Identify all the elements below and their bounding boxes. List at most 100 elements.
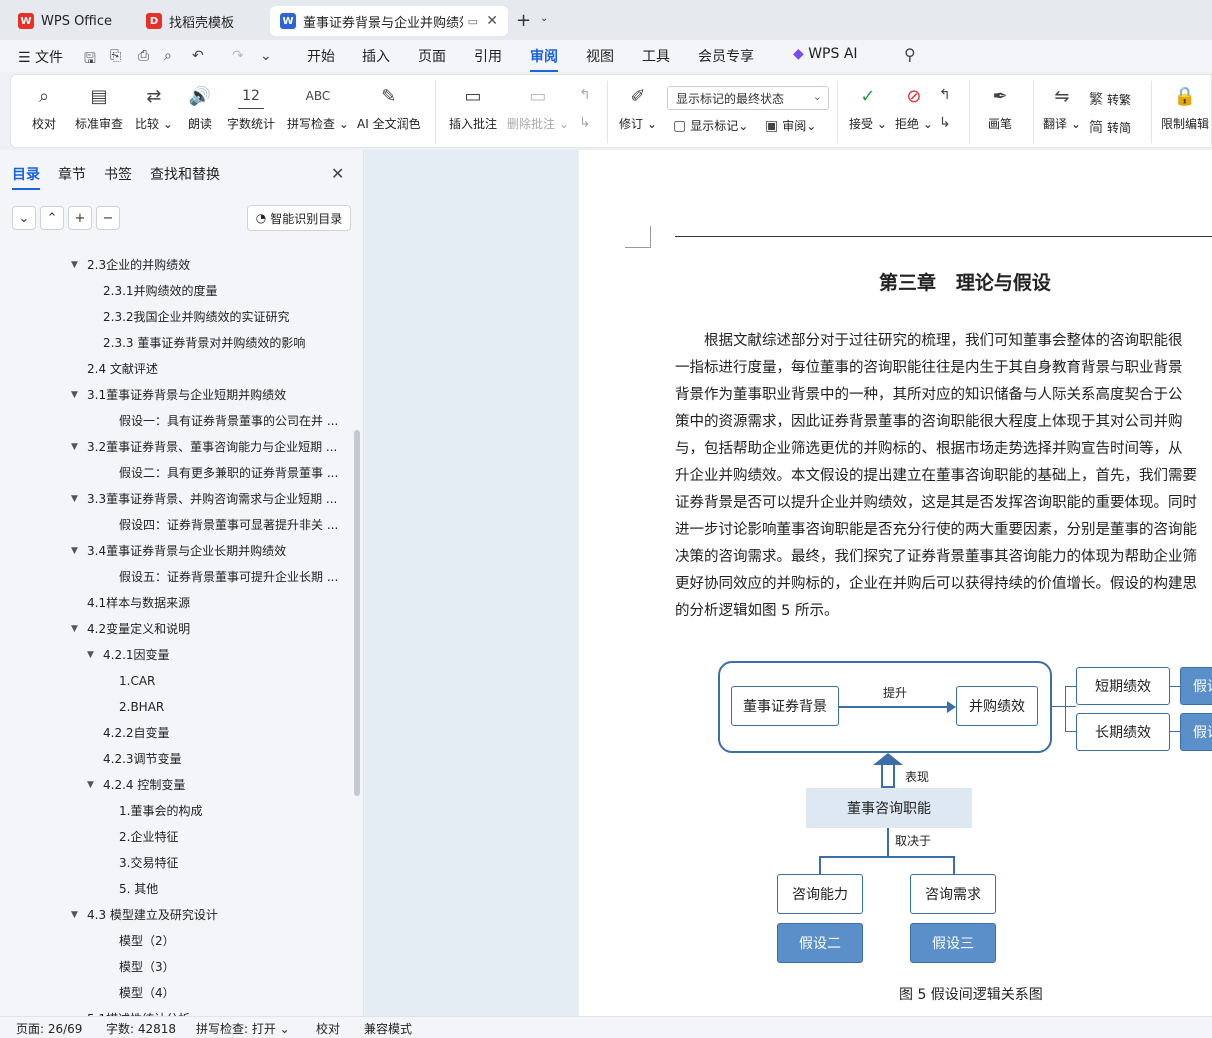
- toc-item[interactable]: 模型（4）: [119, 980, 346, 1006]
- collapse-down-button[interactable]: ⌄: [12, 206, 36, 230]
- tab-document[interactable]: W 董事证券背景与企业并购绩效 ▭ ✕: [270, 6, 508, 36]
- accept-button[interactable]: ✓ 接受 ⌄: [849, 83, 887, 132]
- proof-button[interactable]: ⌕ 校对: [31, 83, 57, 132]
- menu-review[interactable]: 审阅: [530, 46, 558, 72]
- monitor-icon[interactable]: ▭: [468, 15, 478, 28]
- toc-item[interactable]: 4.2.2自变量: [103, 720, 346, 746]
- remove-heading-button[interactable]: −: [96, 206, 120, 230]
- toc-item[interactable]: 1.CAR: [119, 668, 346, 694]
- close-tab-icon[interactable]: ✕: [486, 13, 498, 29]
- export-icon[interactable]: ⎘: [110, 48, 121, 64]
- close-icon[interactable]: ✕: [331, 164, 344, 183]
- reject-button[interactable]: ⊘ 拒绝 ⌄: [895, 83, 933, 132]
- expand-triangle-icon[interactable]: ▼: [71, 382, 78, 408]
- spell-check-status[interactable]: 拼写检查: 打开 ⌄: [196, 1020, 290, 1037]
- search-icon[interactable]: ⚲: [904, 45, 916, 64]
- menu-tools[interactable]: 工具: [642, 46, 670, 66]
- toc-item[interactable]: 2.4 文献评述: [87, 356, 346, 382]
- nav-tab-find-replace[interactable]: 查找和替换: [150, 164, 220, 184]
- insert-comment-button[interactable]: ▭ 插入批注: [449, 83, 497, 132]
- toc-item[interactable]: 模型（3）: [119, 954, 346, 980]
- toc-item[interactable]: 2.3.1并购绩效的度量: [103, 278, 346, 304]
- toc-item[interactable]: 3.4董事证券背景与企业长期并购绩效: [87, 538, 346, 564]
- toc-item[interactable]: 3.3董事证券背景、并购咨询需求与企业短期 ...: [87, 486, 346, 512]
- expand-triangle-icon[interactable]: ▼: [87, 772, 94, 798]
- toc-scrollbar[interactable]: [354, 430, 360, 796]
- collapse-up-button[interactable]: ⌃: [40, 206, 64, 230]
- toc-item[interactable]: 2.3.2我国企业并购绩效的实证研究: [103, 304, 346, 330]
- next-comment-icon[interactable]: ↳: [579, 115, 591, 131]
- menu-insert[interactable]: 插入: [362, 46, 390, 66]
- restrict-editing-button[interactable]: 🔒 限制编辑: [1161, 83, 1209, 132]
- read-aloud-button[interactable]: 🔊 朗读: [187, 83, 213, 132]
- toc-item[interactable]: 4.1样本与数据来源: [87, 590, 346, 616]
- expand-triangle-icon[interactable]: ▼: [71, 252, 78, 278]
- file-menu[interactable]: ☰ 文件: [18, 47, 63, 67]
- proof-status[interactable]: 校对: [316, 1020, 340, 1037]
- ai-polish-button[interactable]: ✎ AI 全文润色: [357, 83, 421, 132]
- markup-display-select[interactable]: 显示标记的最终状态 ⌄: [667, 86, 829, 110]
- toc-item[interactable]: 假设二：具有更多兼职的证券背景董事 ...: [119, 460, 346, 486]
- tab-docer-template[interactable]: D 找稻壳模板: [136, 6, 264, 36]
- toc-item[interactable]: 2.BHAR: [119, 694, 346, 720]
- compare-button[interactable]: ⇄ 比较 ⌄: [135, 83, 173, 132]
- expand-triangle-icon[interactable]: ▼: [71, 486, 78, 512]
- toc-item[interactable]: 假设五：证券背景董事可提升企业长期 ...: [119, 564, 346, 590]
- toc-item[interactable]: 2.3企业的并购绩效: [87, 252, 346, 278]
- next-change-icon[interactable]: ↳: [939, 115, 951, 131]
- quick-access-chevron-icon[interactable]: ⌄: [260, 48, 272, 64]
- toc-item[interactable]: 5.1描述性统计分析: [87, 1006, 346, 1016]
- menu-home[interactable]: 开始: [307, 46, 335, 66]
- menu-member[interactable]: 会员专享: [698, 46, 754, 66]
- show-markup-button[interactable]: ▢ 显示标记 ⌄: [673, 117, 748, 134]
- word-count-indicator[interactable]: 字数: 42818: [106, 1020, 176, 1037]
- toc-item[interactable]: 4.2.3调节变量: [103, 746, 346, 772]
- toc-item[interactable]: 4.2变量定义和说明: [87, 616, 346, 642]
- toc-item[interactable]: 4.2.4 控制变量: [103, 772, 346, 798]
- toc-item[interactable]: 5. 其他: [119, 876, 346, 902]
- smart-toc-button[interactable]: ◔ 智能识别目录: [247, 205, 351, 231]
- print-preview-icon[interactable]: ⌕: [164, 48, 172, 64]
- word-count-button[interactable]: 12 字数统计: [227, 83, 275, 132]
- print-icon[interactable]: ⎙: [138, 48, 149, 64]
- toc-item[interactable]: 假设四：证券背景董事可显著提升非关 ...: [119, 512, 346, 538]
- review-pane-button[interactable]: ▣ 审阅 ⌄: [765, 117, 816, 134]
- save-icon[interactable]: 🖫: [84, 48, 96, 72]
- menu-view[interactable]: 视图: [586, 46, 614, 66]
- menu-wps-ai[interactable]: ◆ WPS AI: [793, 46, 858, 62]
- toc-item[interactable]: 模型（2）: [119, 928, 346, 954]
- expand-triangle-icon[interactable]: ▼: [71, 616, 78, 642]
- add-heading-button[interactable]: +: [68, 206, 92, 230]
- pen-button[interactable]: ✒ 画笔: [987, 83, 1013, 132]
- page-indicator[interactable]: 页面: 26/69: [16, 1020, 82, 1037]
- expand-triangle-icon[interactable]: ▼: [87, 642, 94, 668]
- nav-tab-chapters[interactable]: 章节: [58, 164, 86, 184]
- standard-review-button[interactable]: ▤ 标准审查: [75, 83, 123, 132]
- prev-change-icon[interactable]: ↰: [939, 87, 951, 103]
- undo-icon[interactable]: ↶: [192, 48, 204, 64]
- menu-page[interactable]: 页面: [418, 46, 446, 66]
- delete-comment-button[interactable]: ▭ 删除批注 ⌄: [507, 83, 569, 132]
- toc-item[interactable]: 3.交易特征: [119, 850, 346, 876]
- nav-tab-toc[interactable]: 目录: [12, 164, 40, 190]
- toc-item[interactable]: 1.董事会的构成: [119, 798, 346, 824]
- expand-triangle-icon[interactable]: ▼: [71, 902, 78, 928]
- tab-wps-office[interactable]: W WPS Office: [8, 6, 128, 36]
- toc-item[interactable]: 4.3 模型建立及研究设计: [87, 902, 346, 928]
- to-simplified-button[interactable]: 简转简: [1089, 117, 1131, 137]
- toc-item[interactable]: 3.1董事证券背景与企业短期并购绩效: [87, 382, 346, 408]
- nav-tab-bookmarks[interactable]: 书签: [104, 164, 132, 184]
- toc-item[interactable]: 4.2.1因变量: [103, 642, 346, 668]
- track-changes-button[interactable]: ✐ 修订 ⌄: [619, 83, 657, 132]
- spell-check-button[interactable]: ABC 拼写检查 ⌄: [287, 83, 349, 132]
- new-tab-icon[interactable]: +: [516, 10, 531, 31]
- prev-comment-icon[interactable]: ↰: [579, 87, 591, 103]
- tab-list-chevron-icon[interactable]: ⌄: [540, 13, 548, 24]
- expand-triangle-icon[interactable]: ▼: [71, 538, 78, 564]
- translate-button[interactable]: ⇋ 翻译 ⌄: [1043, 83, 1081, 132]
- redo-icon[interactable]: ↷: [232, 48, 244, 64]
- menu-references[interactable]: 引用: [474, 46, 502, 66]
- toc-item[interactable]: 假设一：具有证券背景董事的公司在并 ...: [119, 408, 346, 434]
- toc-item[interactable]: 3.2董事证券背景、董事咨询能力与企业短期 ...: [87, 434, 346, 460]
- toc-item[interactable]: 2.3.3 董事证券背景对并购绩效的影响: [103, 330, 346, 356]
